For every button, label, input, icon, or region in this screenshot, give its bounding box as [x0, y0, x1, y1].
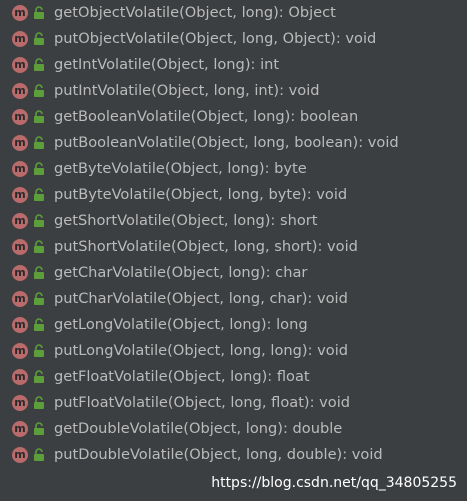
method-signature: getDoubleVolatile(Object, long): double: [54, 420, 343, 437]
method-icon: m: [12, 187, 28, 203]
method-signature: putBooleanVolatile(Object, long, boolean…: [54, 134, 399, 151]
method-row[interactable]: m putLongVolatile(Object, long, long): v…: [0, 338, 467, 364]
method-icon: m: [12, 395, 28, 411]
method-signature: getLongVolatile(Object, long): long: [54, 316, 308, 333]
method-signature: putLongVolatile(Object, long, long): voi…: [54, 342, 349, 359]
method-icon: m: [12, 317, 28, 333]
public-lock-icon: [34, 370, 44, 383]
method-icon: m: [12, 57, 28, 73]
method-row[interactable]: m getLongVolatile(Object, long): long: [0, 312, 467, 338]
public-lock-icon: [34, 136, 44, 149]
method-signature: getBooleanVolatile(Object, long): boolea…: [54, 108, 359, 125]
method-signature: putFloatVolatile(Object, long, float): v…: [54, 394, 351, 411]
public-lock-icon: [34, 162, 44, 175]
public-lock-icon: [34, 266, 44, 279]
structure-method-list: m getObjectVolatile(Object, long): Objec…: [0, 0, 467, 501]
method-row[interactable]: m putFloatVolatile(Object, long, float):…: [0, 390, 467, 416]
method-icon: m: [12, 135, 28, 151]
method-icon: m: [12, 5, 28, 21]
method-row[interactable]: m getObjectVolatile(Object, long): Objec…: [0, 0, 467, 26]
method-row[interactable]: m getCharVolatile(Object, long): char: [0, 260, 467, 286]
method-icon: m: [12, 447, 28, 463]
public-lock-icon: [34, 6, 44, 19]
method-signature: getByteVolatile(Object, long): byte: [54, 160, 307, 177]
method-signature: putShortVolatile(Object, long, short): v…: [54, 238, 358, 255]
method-signature: getObjectVolatile(Object, long): Object: [54, 4, 336, 21]
watermark: https://blog.csdn.net/qq_34805255: [211, 475, 457, 491]
method-row[interactable]: m getBooleanVolatile(Object, long): bool…: [0, 104, 467, 130]
method-row[interactable]: m getFloatVolatile(Object, long): float: [0, 364, 467, 390]
method-icon: m: [12, 31, 28, 47]
method-icon: m: [12, 109, 28, 125]
method-signature: putObjectVolatile(Object, long, Object):…: [54, 30, 377, 47]
public-lock-icon: [34, 240, 44, 253]
method-row[interactable]: m putObjectVolatile(Object, long, Object…: [0, 26, 467, 52]
method-signature: putIntVolatile(Object, long, int): void: [54, 82, 320, 99]
method-icon: m: [12, 161, 28, 177]
public-lock-icon: [34, 344, 44, 357]
method-row[interactable]: m getIntVolatile(Object, long): int: [0, 52, 467, 78]
method-icon: m: [12, 421, 28, 437]
public-lock-icon: [34, 84, 44, 97]
method-row[interactable]: m putByteVolatile(Object, long, byte): v…: [0, 182, 467, 208]
public-lock-icon: [34, 188, 44, 201]
method-row[interactable]: m putBooleanVolatile(Object, long, boole…: [0, 130, 467, 156]
method-row[interactable]: m getByteVolatile(Object, long): byte: [0, 156, 467, 182]
method-icon: m: [12, 213, 28, 229]
method-signature: getShortVolatile(Object, long): short: [54, 212, 318, 229]
method-signature: putDoubleVolatile(Object, long, double):…: [54, 446, 383, 463]
method-icon: m: [12, 83, 28, 99]
public-lock-icon: [34, 396, 44, 409]
method-row[interactable]: m getShortVolatile(Object, long): short: [0, 208, 467, 234]
method-row[interactable]: m putIntVolatile(Object, long, int): voi…: [0, 78, 467, 104]
public-lock-icon: [34, 32, 44, 45]
method-icon: m: [12, 239, 28, 255]
public-lock-icon: [34, 292, 44, 305]
method-signature: getFloatVolatile(Object, long): float: [54, 368, 310, 385]
method-row[interactable]: m putShortVolatile(Object, long, short):…: [0, 234, 467, 260]
public-lock-icon: [34, 422, 44, 435]
public-lock-icon: [34, 214, 44, 227]
method-signature: putCharVolatile(Object, long, char): voi…: [54, 290, 348, 307]
method-signature: putByteVolatile(Object, long, byte): voi…: [54, 186, 348, 203]
method-signature: getCharVolatile(Object, long): char: [54, 264, 308, 281]
public-lock-icon: [34, 58, 44, 71]
public-lock-icon: [34, 448, 44, 461]
public-lock-icon: [34, 110, 44, 123]
method-row[interactable]: m getDoubleVolatile(Object, long): doubl…: [0, 416, 467, 442]
method-icon: m: [12, 369, 28, 385]
method-icon: m: [12, 343, 28, 359]
method-signature: getIntVolatile(Object, long): int: [54, 56, 280, 73]
method-icon: m: [12, 291, 28, 307]
method-row[interactable]: m putDoubleVolatile(Object, long, double…: [0, 442, 467, 468]
method-row[interactable]: m putCharVolatile(Object, long, char): v…: [0, 286, 467, 312]
public-lock-icon: [34, 318, 44, 331]
method-icon: m: [12, 265, 28, 281]
